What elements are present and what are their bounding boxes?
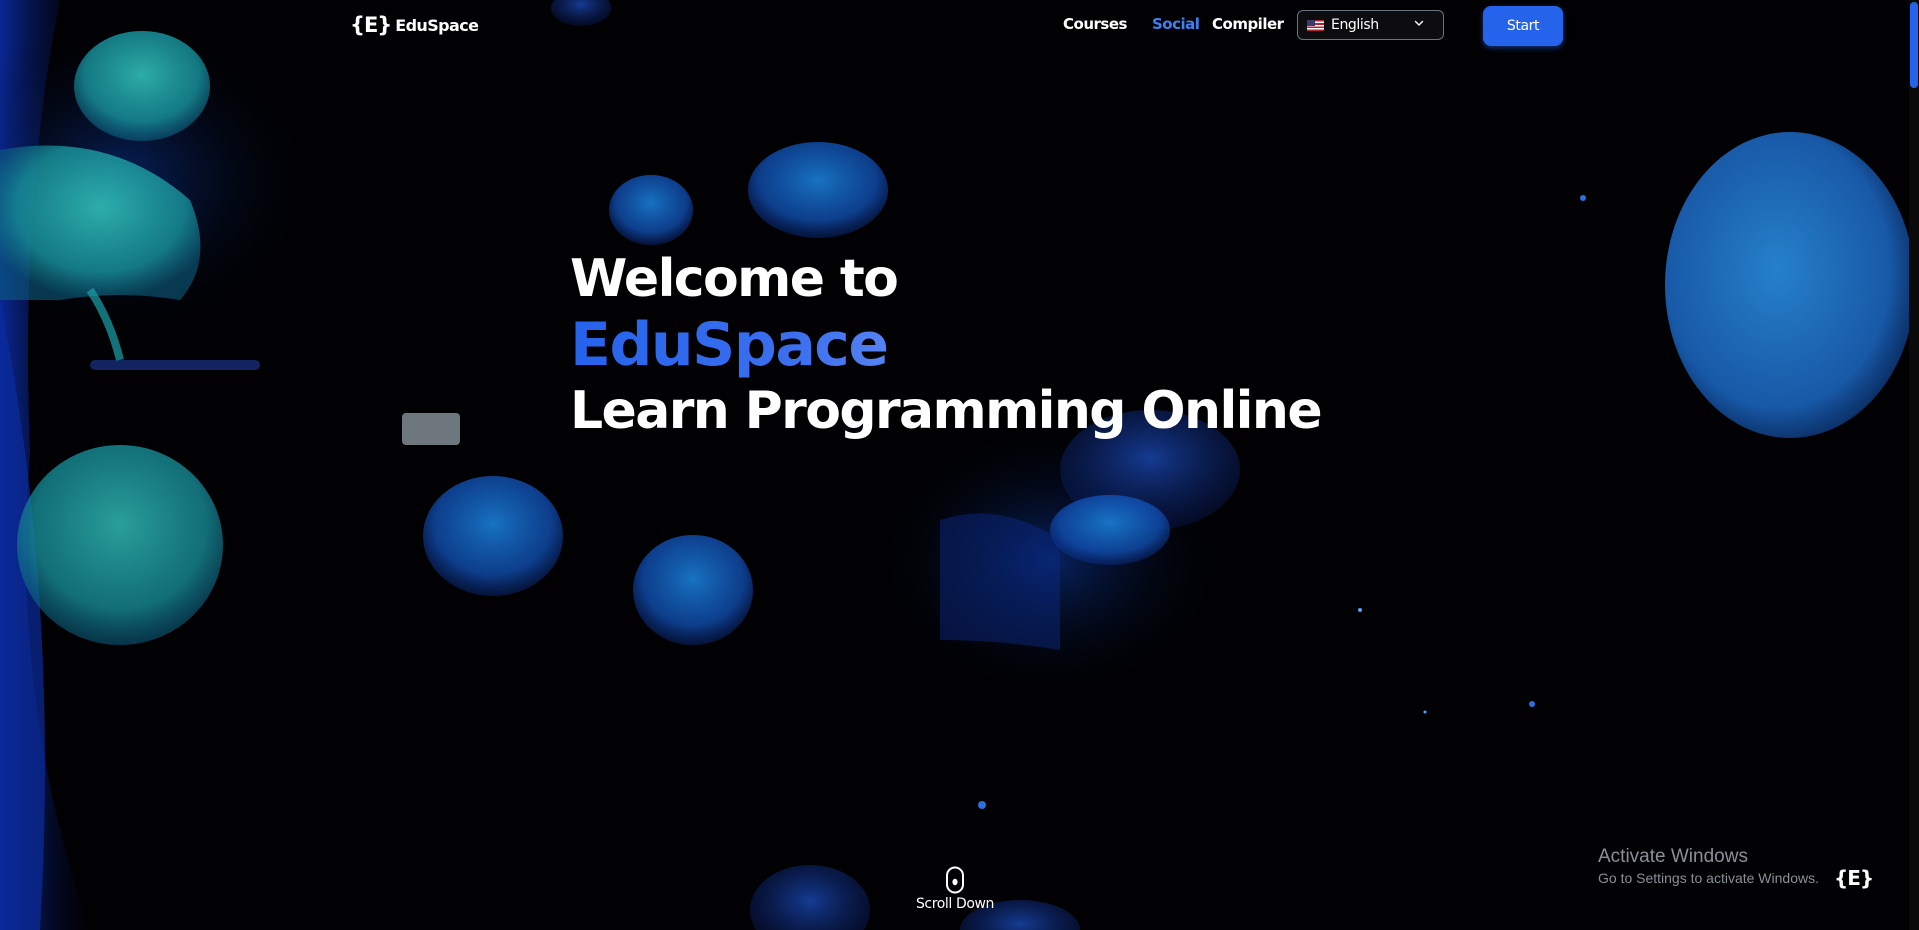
- corner-logo-icon[interactable]: {E}: [1834, 866, 1874, 890]
- windows-activation-watermark: Activate Windows Go to Settings to activ…: [1598, 845, 1819, 887]
- us-flag-icon: [1307, 19, 1324, 31]
- site-logo[interactable]: {E} EduSpace: [350, 13, 479, 37]
- page-scrollbar[interactable]: [1909, 0, 1919, 930]
- logo-icon: {E}: [350, 13, 392, 37]
- nav-compiler[interactable]: Compiler: [1212, 15, 1284, 33]
- hero-brand: EduSpace: [570, 312, 1321, 378]
- start-button[interactable]: Start: [1483, 6, 1563, 46]
- mouse-icon: [946, 866, 964, 894]
- chevron-down-icon: [1414, 20, 1424, 26]
- logo-text: EduSpace: [395, 15, 479, 35]
- hero-heading: Welcome to EduSpace Learn Programming On…: [570, 246, 1323, 444]
- nav-social[interactable]: Social: [1152, 15, 1200, 33]
- scroll-down-indicator[interactable]: Scroll Down: [905, 866, 1005, 912]
- hero-welcome: Welcome to: [570, 249, 899, 309]
- language-selected: English: [1331, 17, 1379, 33]
- watermark-title: Activate Windows: [1598, 846, 1748, 867]
- jellyfish-background-image: [0, 0, 1919, 930]
- page: {E} EduSpace Courses Social Compiler Eng…: [0, 0, 1919, 930]
- scrollbar-thumb[interactable]: [1910, 2, 1918, 88]
- nav-courses[interactable]: Courses: [1063, 15, 1127, 33]
- scroll-down-label: Scroll Down: [915, 896, 995, 912]
- hero-tagline: Learn Programming Online: [570, 381, 1323, 441]
- language-select[interactable]: English: [1297, 10, 1444, 40]
- watermark-subtitle: Go to Settings to activate Windows.: [1598, 870, 1819, 886]
- site-header: {E} EduSpace Courses Social Compiler Eng…: [0, 0, 1908, 52]
